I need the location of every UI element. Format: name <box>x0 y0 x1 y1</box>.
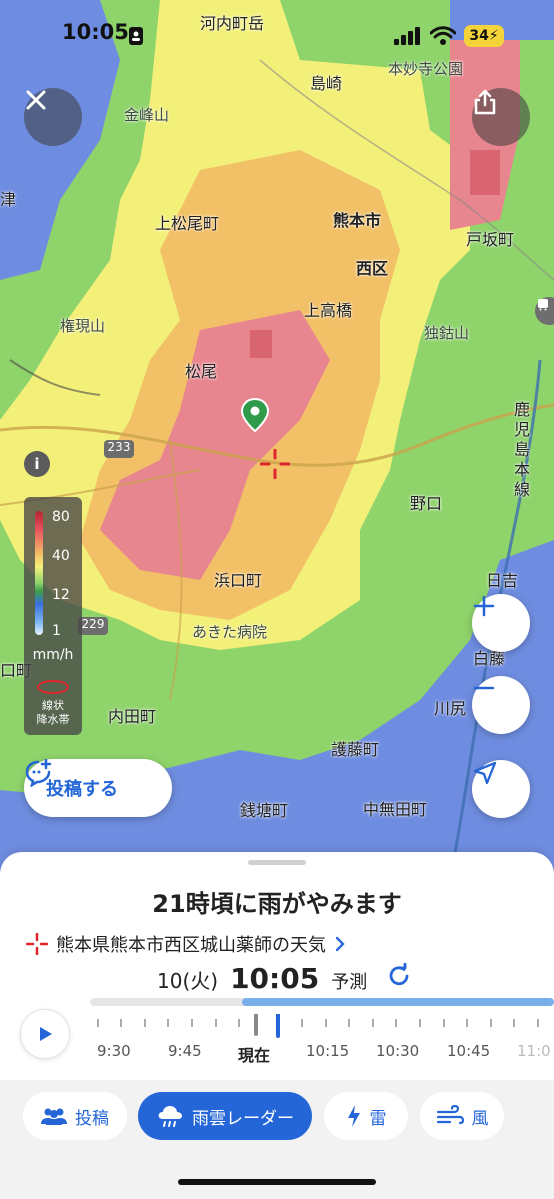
place-label: 野口 <box>410 494 443 513</box>
legend-color-bar <box>35 511 43 635</box>
place-label: 津 <box>0 190 17 209</box>
place-label: 西区 <box>356 259 389 278</box>
legend-band-label: 線状 降水帯 <box>36 699 70 726</box>
post-button-label: 投稿する <box>46 779 118 800</box>
place-label: 中無田町 <box>363 800 428 819</box>
place-label: 護藤町 <box>331 740 380 759</box>
location-arrow-icon <box>473 761 497 785</box>
status-time: 10:05 <box>62 20 129 44</box>
battery-icon: 34 ⚡ <box>464 25 504 47</box>
place-label: 銭塘町 <box>240 801 289 820</box>
tab-label: 雨雲レーダー <box>192 1108 294 1129</box>
legend-value: 80 <box>52 509 70 525</box>
timeline-label-now: 現在 <box>238 1046 271 1065</box>
radar-overlay <box>0 0 554 880</box>
info-icon[interactable]: i <box>24 451 50 477</box>
location-name: 熊本県熊本市西区城山薬師の天気 <box>56 935 326 956</box>
zoom-in-button[interactable] <box>472 594 530 652</box>
timeline-label: 9:45 <box>168 1042 202 1060</box>
time-display: 10(火) 10:05 予測 <box>157 962 367 995</box>
place-label: 戸坂町 <box>466 230 515 249</box>
date-label: 10(火) <box>157 969 219 993</box>
place-label: 上高橋 <box>304 301 353 320</box>
legend-unit: mm/h <box>32 647 74 663</box>
place-label: 本妙寺公園 <box>388 60 464 78</box>
place-label: 鹿児島本線 <box>514 400 531 499</box>
id-card-icon <box>129 27 143 45</box>
place-label: 独鈷山 <box>424 324 470 342</box>
tab-posts[interactable]: 投稿 <box>23 1092 127 1140</box>
timeline-label: 9:30 <box>97 1042 131 1060</box>
route-number: 233 <box>107 440 131 454</box>
place-label: 川尻 <box>434 699 467 718</box>
legend-value: 12 <box>52 587 70 603</box>
share-button[interactable] <box>472 88 530 146</box>
timeline-label: 10:45 <box>447 1042 491 1060</box>
legend-value: 1 <box>52 623 61 639</box>
tab-rain-radar[interactable]: 雨雲レーダー <box>138 1092 312 1140</box>
zoom-out-button[interactable] <box>472 676 530 734</box>
place-label: 日吉 <box>486 571 519 590</box>
lightning-icon <box>347 1105 360 1127</box>
timeline-ticks[interactable] <box>90 1014 554 1040</box>
location-row[interactable]: 熊本県熊本市西区城山薬師の天気 <box>26 931 346 957</box>
chat-plus-icon <box>25 759 52 787</box>
current-location-button[interactable] <box>472 760 530 818</box>
place-label: 松尾 <box>185 362 218 381</box>
post-button[interactable]: 投稿する <box>24 759 172 817</box>
place-label: 浜口町 <box>214 571 263 590</box>
place-label: 権現山 <box>60 317 106 335</box>
forecast-sheet: 21時頃に雨がやみます 熊本県熊本市西区城山薬師の天気 10(火) 10:05 … <box>0 852 554 1080</box>
forecast-range <box>242 998 554 1006</box>
place-label: あきた病院 <box>192 623 268 641</box>
place-label: 金峰山 <box>124 106 170 124</box>
cellular-signal-icon <box>394 27 420 45</box>
share-icon <box>474 89 496 115</box>
sheet-grabber[interactable] <box>248 860 306 865</box>
refresh-button[interactable] <box>386 962 412 993</box>
location-pin-icon[interactable] <box>241 398 269 432</box>
tab-label: 投稿 <box>75 1108 109 1129</box>
place-label: 上松尾町 <box>155 214 220 233</box>
crosshair-icon <box>26 933 48 955</box>
rain-cloud-icon <box>158 1106 182 1127</box>
tab-wind[interactable]: 風 <box>420 1092 504 1140</box>
close-button[interactable] <box>24 88 82 146</box>
route-number: 229 <box>81 617 105 631</box>
play-icon <box>40 1027 52 1041</box>
precipitation-legend: 80 40 12 1 mm/h 線状 降水帯 <box>24 497 82 735</box>
legend-value: 40 <box>52 548 70 564</box>
play-button[interactable] <box>20 1009 70 1059</box>
wifi-icon <box>430 26 456 45</box>
minus-icon <box>473 686 495 690</box>
refresh-icon <box>389 962 409 986</box>
close-icon <box>26 90 46 110</box>
place-label: 熊本市 <box>333 211 382 230</box>
timeline-label: 10:30 <box>376 1042 420 1060</box>
tab-label: 風 <box>471 1108 489 1129</box>
chevron-right-icon <box>335 936 345 952</box>
time-label: 10:05 <box>230 962 320 995</box>
plus-icon <box>473 595 495 617</box>
home-indicator[interactable] <box>178 1179 376 1185</box>
battery-level: 34 <box>469 28 489 44</box>
wind-icon <box>436 1105 464 1125</box>
place-label: 島崎 <box>310 74 343 93</box>
timeline-label: 10:15 <box>306 1042 350 1060</box>
mode-label: 予測 <box>331 972 368 993</box>
place-label: 河内町岳 <box>200 14 265 33</box>
radar-map[interactable]: 河内町岳 島崎 本妙寺公園 金峰山 津 上松尾町 熊本市 戸坂町 西区 上高橋 … <box>0 0 554 880</box>
linear-rainband-icon <box>37 680 69 694</box>
forecast-headline: 21時頃に雨がやみます <box>152 890 402 918</box>
bottom-tab-bar: 投稿 雨雲レーダー 雷 風 <box>0 1080 554 1199</box>
people-icon <box>41 1108 67 1125</box>
tab-lightning[interactable]: 雷 <box>324 1092 408 1140</box>
timeline-label: 11:0 <box>517 1042 551 1060</box>
crosshair-icon <box>260 449 290 479</box>
tab-label: 雷 <box>369 1108 387 1129</box>
place-label: 内田町 <box>108 707 157 726</box>
